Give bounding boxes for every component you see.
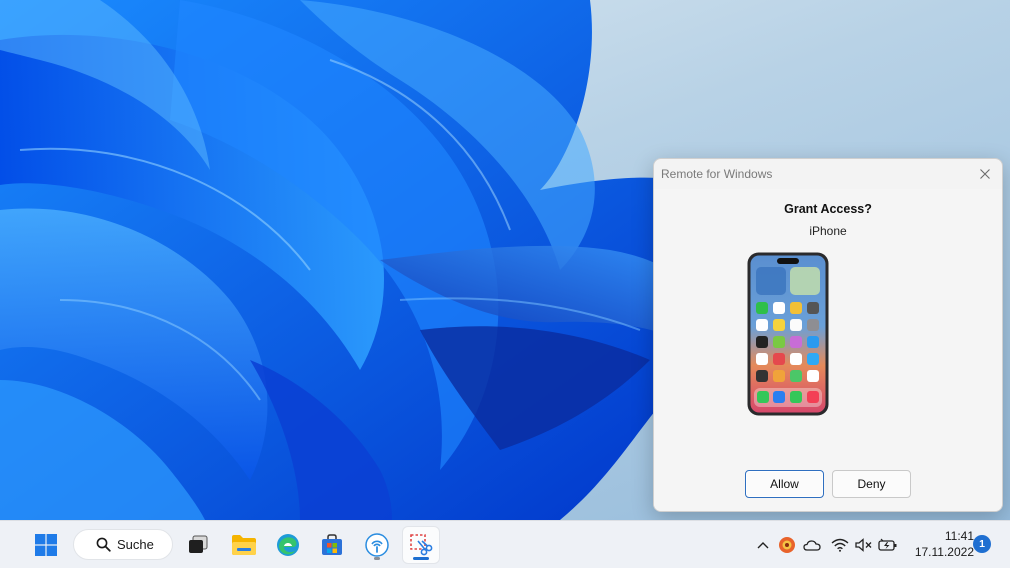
search-icon (96, 537, 111, 552)
dialog-body: Grant Access? iPhone Allow Deny (654, 189, 1002, 511)
show-hidden-icons-button[interactable] (752, 534, 774, 556)
edge-icon (277, 534, 299, 556)
dialog-titlebar[interactable]: Remote for Windows (654, 159, 1002, 189)
snipping-tool-icon (410, 534, 433, 556)
snipping-tool-button[interactable] (403, 527, 439, 563)
file-explorer-button[interactable] (226, 527, 262, 563)
edge-button[interactable] (270, 527, 306, 563)
dialog-window-title: Remote for Windows (661, 167, 773, 181)
clock-date: 17.11.2022 (914, 545, 974, 559)
close-icon (980, 169, 990, 179)
remote-app-button[interactable] (359, 527, 395, 563)
chevron-up-icon (757, 542, 769, 549)
taskbar: Suche 11:41 17.11.2022 1 (0, 520, 1010, 568)
task-view-icon (189, 535, 208, 553)
cloud-icon (803, 540, 821, 551)
notification-badge[interactable]: 1 (973, 535, 991, 553)
search-label: Suche (117, 537, 154, 552)
volume-button[interactable] (853, 534, 875, 556)
start-button[interactable] (28, 527, 64, 563)
running-indicator (374, 557, 380, 560)
allow-button[interactable]: Allow (745, 470, 824, 498)
network-button[interactable] (829, 534, 851, 556)
search-box[interactable]: Suche (73, 529, 173, 560)
battery-button[interactable] (877, 534, 899, 556)
folder-icon (232, 535, 256, 555)
windows-logo-icon (35, 534, 57, 556)
wifi-icon (831, 538, 849, 552)
clock[interactable]: 11:41 17.11.2022 (906, 528, 974, 560)
deny-button[interactable]: Deny (832, 470, 911, 498)
dialog-heading: Grant Access? (784, 202, 872, 216)
app-tray-icon (779, 537, 795, 553)
close-button[interactable] (968, 159, 1002, 189)
device-name: iPhone (809, 224, 847, 238)
iphone-illustration-icon (747, 252, 829, 416)
onedrive-button[interactable] (801, 534, 823, 556)
battery-icon (878, 538, 897, 551)
remote-app-icon (365, 533, 389, 557)
store-button[interactable] (314, 527, 350, 563)
task-view-button[interactable] (180, 527, 216, 563)
clock-time: 11:41 (944, 529, 974, 543)
store-icon (322, 534, 342, 555)
grant-access-dialog: Remote for Windows Grant Access? iPhone (653, 158, 1003, 512)
active-indicator (413, 557, 429, 560)
tray-app-button[interactable] (776, 534, 798, 556)
volume-muted-icon (855, 538, 872, 552)
